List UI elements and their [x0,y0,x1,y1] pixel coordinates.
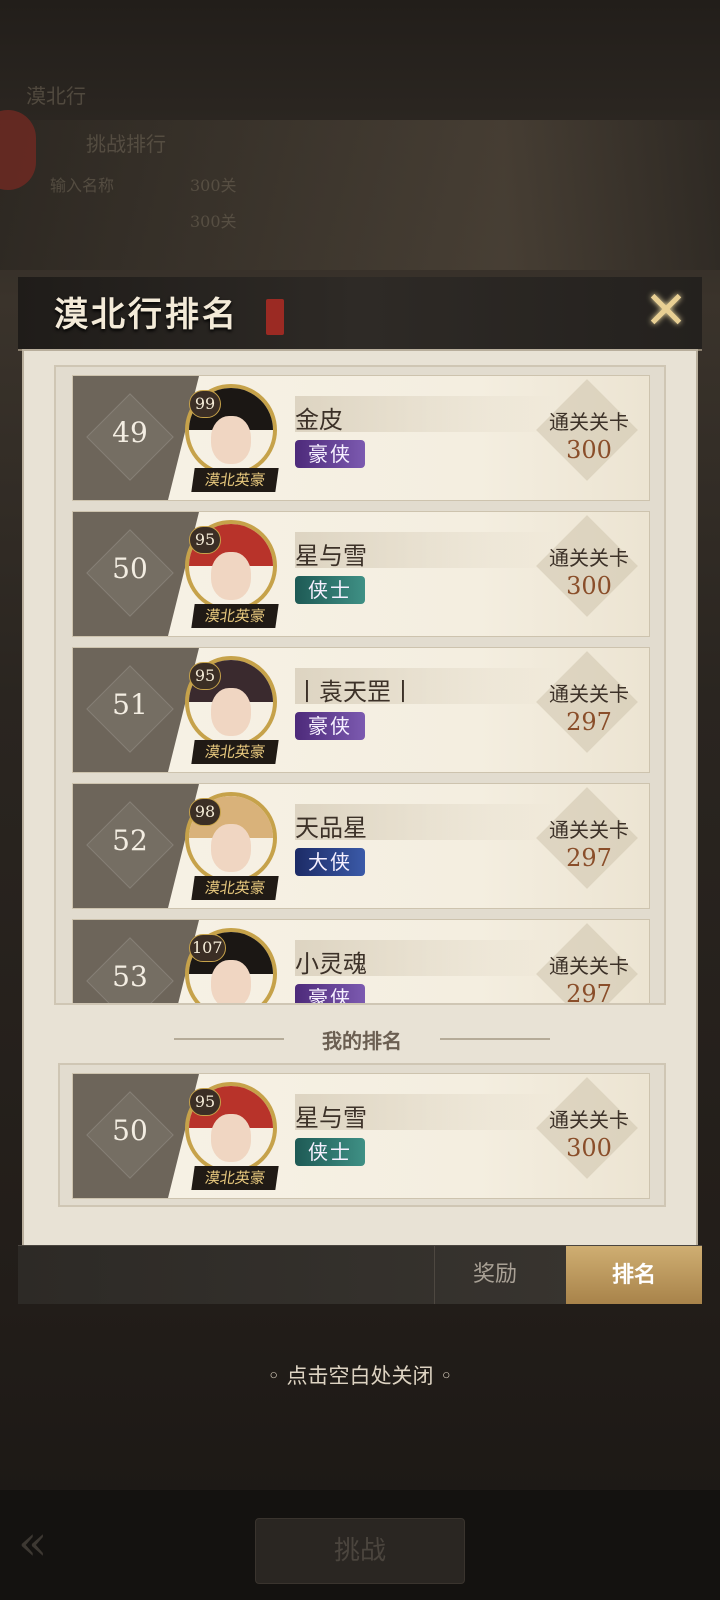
player-name: 丨袁天罡丨 [295,678,415,706]
player-name: 小灵魂 [295,950,367,978]
title-seal-icon [266,299,284,335]
hero-tag: 漠北英豪 [191,468,279,492]
rank-block: 50 [73,1074,199,1198]
tab-bar: 奖励 排名 [18,1245,702,1304]
avatar-face [211,1114,251,1162]
rank-number: 50 [112,1114,148,1147]
background-row-label: 输入名称 [50,176,115,195]
rank-number: 49 [112,416,148,449]
title-badge: 豪侠 [295,712,365,740]
rank-number: 51 [112,688,148,721]
avatar-face [211,688,251,736]
tap-to-close-hint[interactable]: ◦ 点击空白处关闭 ◦ [0,1360,720,1390]
ranking-row: 53107漠北英豪小灵魂豪侠通关关卡297 [72,919,650,1005]
score-label: 通关关卡 [549,1108,629,1132]
rank-block: 52 [73,784,199,908]
my-rank-header: 我的排名 [24,1019,700,1059]
level-badge: 98 [189,798,221,826]
hero-tag: 漠北英豪 [191,604,279,628]
score-label: 通关关卡 [549,682,629,706]
background-row-value: 300关 [190,212,237,231]
close-button[interactable]: ✕ [638,285,694,341]
rank-block: 51 [73,648,199,772]
player-name: 金皮 [295,406,343,434]
title-badge: 豪侠 [295,440,365,468]
ranking-row: 51 95 漠北英豪 丨袁天罡丨豪侠 通关关卡 297 [72,647,650,773]
score-label: 通关关卡 [549,954,629,978]
rank-number: 52 [112,824,148,857]
my-rank-panel: 50 95 漠北英豪 星与雪侠士 通关关卡 300 [58,1063,666,1207]
rank-number: 50 [112,552,148,585]
dialog-title: 漠北行排名 [54,295,239,335]
avatar-face [211,416,251,464]
hero-tag: 漠北英豪 [191,1166,279,1190]
score-label: 通关关卡 [549,410,629,434]
hero-tag: 漠北英豪 [191,876,279,900]
score-label: 通关关卡 [549,546,629,570]
score-value: 297 [566,980,612,1005]
player-name: 天品星 [295,814,367,842]
avatar-face [211,552,251,600]
dialog-body: 49 99 漠北英豪 金皮 豪侠 通关关卡 300 50 95 漠北英豪 星与雪 侠士 通关关卡 300 5… [22,349,698,1249]
score-value: 300 [566,572,612,600]
score-label: 通关关卡 [549,818,629,842]
background-seal [0,110,36,190]
tab-reward[interactable]: 奖励 [434,1246,555,1304]
ranking-row: 52 98 漠北英豪 天品星大侠 通关关卡 297 [72,783,650,909]
background-event-title: 漠北行 [26,84,86,108]
ranking-list[interactable]: 49 99 漠北英豪 金皮 豪侠 通关关卡 300 50 95 漠北英豪 星与雪 侠士 通关关卡 300 5… [54,365,666,1005]
player-name: 星与雪 [295,542,367,570]
back-arrow-icon: « [18,1515,48,1571]
player-name: 星与雪 [295,1104,367,1132]
avatar-face [211,960,251,1003]
ranking-row: 49 99 漠北英豪 金皮豪侠 通关关卡 300 [72,375,650,501]
score-value: 300 [566,1134,612,1162]
ranking-dialog: 漠北行排名 ✕ 49 99 漠北英豪 金皮 豪侠 通关关卡 300 50 95 漠北英豪 星与雪 侠士… [18,277,702,1325]
score-value: 300 [566,436,612,464]
background-panel-title: 挑战排行 [86,132,166,156]
score-value: 297 [566,844,612,872]
title-badge: 豪侠 [295,984,365,1003]
my-rank-row: 50 95 漠北英豪 星与雪侠士 通关关卡 300 [72,1073,650,1199]
hero-tag: 漠北英豪 [191,740,279,764]
ranking-row: 50 95 漠北英豪 星与雪侠士 通关关卡 300 [72,511,650,637]
rank-block: 53 [73,920,199,1003]
level-badge: 95 [189,1088,221,1116]
level-badge: 107 [189,934,226,962]
dialog-header: 漠北行排名 ✕ [18,277,702,351]
rank-number: 53 [112,960,148,993]
background-challenge-button: 挑战 [255,1518,465,1584]
rank-block: 50 [73,512,199,636]
avatar-face [211,824,251,872]
background-row-value: 300关 [190,176,237,195]
level-badge: 95 [189,662,221,690]
title-badge: 侠士 [295,576,365,604]
title-badge: 大侠 [295,848,365,876]
tab-ranking[interactable]: 排名 [566,1246,702,1304]
rank-block: 49 [73,376,199,500]
score-value: 297 [566,708,612,736]
level-badge: 99 [189,390,221,418]
my-rank-label: 我的排名 [322,1029,402,1053]
title-badge: 侠士 [295,1138,365,1166]
level-badge: 95 [189,526,221,554]
